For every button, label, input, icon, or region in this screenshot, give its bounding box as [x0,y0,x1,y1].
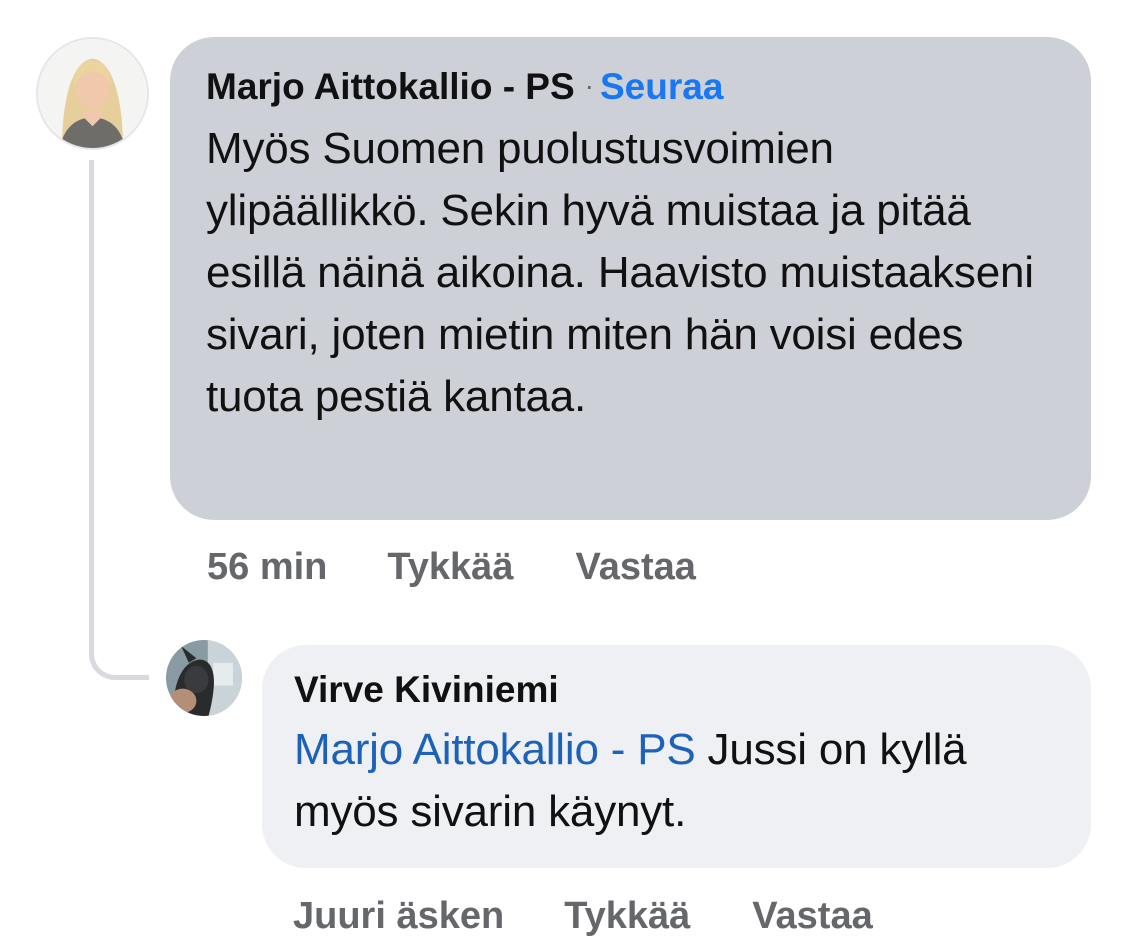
separator-dot: · [584,70,594,101]
comment-actions: 56 min Tykkää Vastaa [207,546,696,589]
reply-bubble: Virve Kiviniemi Marjo Aittokallio - PS J… [262,645,1091,868]
reply-timestamp[interactable]: Juuri äsken [293,895,504,938]
reply-actions: Juuri äsken Tykkää Vastaa [293,895,873,938]
comment-bubble: Marjo Aittokallio - PS · Seuraa Myös Suome… [170,37,1091,520]
like-button[interactable]: Tykkää [387,546,513,589]
reply-avatar[interactable] [166,640,242,716]
reply-button[interactable]: Vastaa [575,546,695,589]
thread-connector-line [89,160,149,680]
comment-text: Myös Suomen puolustusvoimien ylipäällikk… [206,124,1034,421]
reply-button[interactable]: Vastaa [752,895,872,938]
like-button[interactable]: Tykkää [564,895,690,938]
comment-author-name[interactable]: Marjo Aittokallio - PS [206,66,575,107]
profile-photo-icon [166,640,242,716]
comment-timestamp[interactable]: 56 min [207,546,327,589]
reply-author-name[interactable]: Virve Kiviniemi [294,669,559,710]
profile-photo-icon [38,39,147,148]
reply-text: Marjo Aittokallio - PS Jussi on kyllä my… [294,719,1057,843]
avatar[interactable] [36,37,149,150]
mention-link[interactable]: Marjo Aittokallio - PS [294,725,696,774]
follow-button[interactable]: Seuraa [600,66,723,107]
